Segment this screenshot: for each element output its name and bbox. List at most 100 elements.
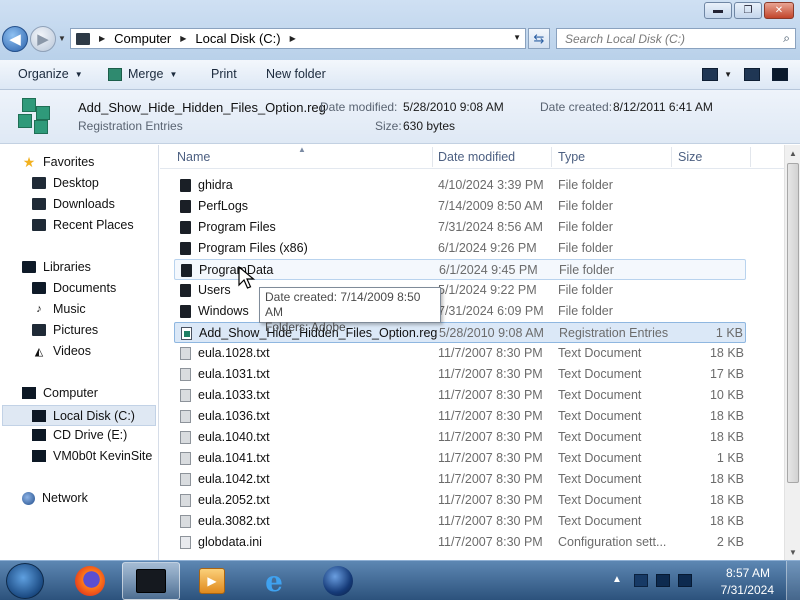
nav-favorites-label: Favorites xyxy=(43,155,95,169)
nav-libraries-label: Libraries xyxy=(43,260,91,274)
maximize-button[interactable]: ❐ xyxy=(734,2,762,19)
text-file-icon xyxy=(180,389,191,402)
refresh-button[interactable]: ⇆ xyxy=(528,28,550,49)
file-row[interactable]: Add_Show_Hide_Hidden_Files_Option.reg 5/2… xyxy=(174,322,746,343)
file-row[interactable]: ghidra 4/10/2024 3:39 PM File folder xyxy=(174,175,746,196)
breadcrumb: ▶ Computer ▶ Local Disk (C:) ▶ xyxy=(90,31,305,46)
address-bar[interactable]: ▶ Computer ▶ Local Disk (C:) ▶ ▼ xyxy=(70,28,526,49)
flag-icon[interactable] xyxy=(634,574,648,587)
file-name: eula.2052.txt xyxy=(198,493,270,507)
forward-button[interactable]: ▶ xyxy=(30,26,56,52)
view-options-dropdown[interactable]: ▼ xyxy=(724,70,732,79)
nav-recent-places[interactable]: Recent Places xyxy=(32,218,134,232)
column-name[interactable]: Name xyxy=(177,150,210,164)
date-created-label: Date created: xyxy=(540,100,613,114)
file-name: eula.1033.txt xyxy=(198,388,270,402)
taskbar-explorer[interactable] xyxy=(122,562,180,600)
clock-time[interactable]: 8:57 AM xyxy=(726,566,770,580)
file-date-modified: 11/7/2007 8:30 PM xyxy=(438,388,543,402)
nav-network-share[interactable]: VM0b0t KevinSite xyxy=(32,449,152,463)
file-row[interactable]: eula.1036.txt 11/7/2007 8:30 PM Text Docum… xyxy=(174,406,746,427)
show-hidden-icons-icon[interactable]: ▲ xyxy=(612,574,626,587)
nav-pictures[interactable]: Pictures xyxy=(32,323,98,337)
column-divider[interactable] xyxy=(750,147,751,167)
network-status-icon[interactable] xyxy=(656,574,670,587)
file-row[interactable]: eula.1041.txt 11/7/2007 8:30 PM Text Docum… xyxy=(174,448,746,469)
breadcrumb-computer[interactable]: Computer xyxy=(114,31,171,46)
preview-pane-icon[interactable] xyxy=(744,68,760,81)
nav-documents[interactable]: Documents xyxy=(32,281,116,295)
scroll-down-button[interactable]: ▼ xyxy=(785,544,800,560)
organize-button[interactable]: Organize ▼ xyxy=(18,67,83,81)
file-row[interactable]: eula.3082.txt 11/7/2007 8:30 PM Text Docum… xyxy=(174,511,746,532)
file-row[interactable]: eula.1042.txt 11/7/2007 8:30 PM Text Docum… xyxy=(174,469,746,490)
file-row[interactable]: ProgramData 6/1/2024 9:45 PM File folder xyxy=(174,259,746,280)
scroll-up-button[interactable]: ▲ xyxy=(785,145,800,161)
show-desktop-button[interactable] xyxy=(786,561,800,600)
file-name: Windows xyxy=(198,304,249,318)
scrollbar-thumb[interactable] xyxy=(787,163,799,483)
close-button[interactable]: ✕ xyxy=(764,2,794,19)
file-date-modified: 11/7/2007 8:30 PM xyxy=(438,430,543,444)
breadcrumb-separator[interactable]: ▶ xyxy=(99,34,105,43)
nav-videos[interactable]: ◭ Videos xyxy=(32,344,91,358)
file-row[interactable]: eula.1033.txt 11/7/2007 8:30 PM Text Docum… xyxy=(174,385,746,406)
file-date-modified: 7/31/2024 6:09 PM xyxy=(438,304,544,318)
column-divider[interactable] xyxy=(671,147,672,167)
taskbar-firefox[interactable] xyxy=(64,562,116,600)
taskbar-media-player[interactable]: ▶ xyxy=(186,562,238,600)
search-icon[interactable]: ⌕ xyxy=(783,31,790,46)
new-folder-button[interactable]: New folder xyxy=(266,67,326,81)
column-type[interactable]: Type xyxy=(558,150,585,164)
nav-music[interactable]: ♪ Music xyxy=(32,302,85,316)
vertical-scrollbar[interactable]: ▲ ▼ xyxy=(784,145,800,560)
file-name: eula.1042.txt xyxy=(198,472,270,486)
taskbar-globe-app[interactable] xyxy=(312,562,364,600)
window-controls: ▬ ❐ ✕ xyxy=(704,2,794,19)
nav-network[interactable]: Network xyxy=(22,491,88,505)
help-icon[interactable] xyxy=(772,68,788,81)
nav-local-disk[interactable]: Local Disk (C:) xyxy=(2,405,156,426)
file-row[interactable]: Program Files 7/31/2024 8:56 AM File folde… xyxy=(174,217,746,238)
nav-libraries[interactable]: Libraries xyxy=(22,260,91,274)
nav-cd-drive[interactable]: CD Drive (E:) xyxy=(32,428,127,442)
file-date-modified: 6/1/2024 9:45 PM xyxy=(439,263,538,277)
file-row[interactable]: Program Files (x86) 6/1/2024 9:26 PM File … xyxy=(174,238,746,259)
back-button[interactable]: ◀ xyxy=(2,26,28,52)
file-row[interactable]: PerfLogs 7/14/2009 8:50 AM File folder xyxy=(174,196,746,217)
clock-date[interactable]: 7/31/2024 xyxy=(721,583,774,597)
column-date-modified[interactable]: Date modified xyxy=(438,150,515,164)
merge-button[interactable]: Merge ▼ xyxy=(108,67,177,81)
sort-ascending-icon: ▲ xyxy=(298,145,306,154)
nav-downloads[interactable]: Downloads xyxy=(32,197,115,211)
minimize-button[interactable]: ▬ xyxy=(704,2,732,19)
breadcrumb-separator[interactable]: ▶ xyxy=(180,34,186,43)
file-row[interactable]: eula.2052.txt 11/7/2007 8:30 PM Text Docum… xyxy=(174,490,746,511)
file-row[interactable]: eula.1028.txt 11/7/2007 8:30 PM Text Docum… xyxy=(174,343,746,364)
network-icon xyxy=(22,491,35,505)
date-modified-value: 5/28/2010 9:08 AM xyxy=(403,100,504,114)
address-history-dropdown[interactable]: ▼ xyxy=(513,33,521,42)
breadcrumb-separator[interactable]: ▶ xyxy=(290,34,296,43)
text-file-icon xyxy=(180,347,191,360)
volume-icon[interactable] xyxy=(678,574,692,587)
file-row[interactable]: eula.1040.txt 11/7/2007 8:30 PM Text Docum… xyxy=(174,427,746,448)
nav-favorites[interactable]: ★ Favorites xyxy=(22,154,95,170)
file-row[interactable]: globdata.ini 11/7/2007 8:30 PM Configurati… xyxy=(174,532,746,553)
column-divider[interactable] xyxy=(432,147,433,167)
file-row[interactable]: eula.1031.txt 11/7/2007 8:30 PM Text Docum… xyxy=(174,364,746,385)
nav-computer[interactable]: Computer xyxy=(22,386,98,400)
documents-icon xyxy=(32,282,46,294)
column-header: ▲ Name Date modified Type Size xyxy=(160,145,784,169)
nav-desktop[interactable]: Desktop xyxy=(32,176,99,190)
taskbar-internet-explorer[interactable]: e xyxy=(248,562,300,600)
column-size[interactable]: Size xyxy=(678,150,702,164)
recent-pages-dropdown[interactable]: ▼ xyxy=(58,34,66,43)
print-button[interactable]: Print xyxy=(211,67,237,81)
column-divider[interactable] xyxy=(551,147,552,167)
change-view-icon[interactable] xyxy=(702,68,719,81)
breadcrumb-local-disk[interactable]: Local Disk (C:) xyxy=(195,31,280,46)
start-button[interactable] xyxy=(6,563,44,599)
search-input[interactable]: Search Local Disk (C:) ⌕ xyxy=(556,28,796,49)
file-size: 18 KB xyxy=(709,430,744,444)
